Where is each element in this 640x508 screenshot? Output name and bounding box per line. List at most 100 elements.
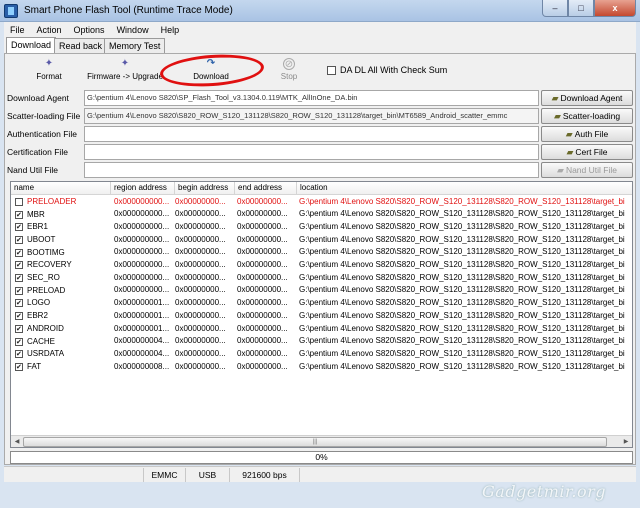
column-region-address[interactable]: region address <box>111 182 175 195</box>
partition-checkbox[interactable] <box>15 235 23 246</box>
auth-file-button[interactable]: ▰ Auth File <box>541 126 633 142</box>
checkbox-box[interactable] <box>327 65 336 75</box>
table-header: name region address begin address end ad… <box>11 182 632 195</box>
partition-checkbox[interactable] <box>15 222 23 234</box>
partition-location-cell: G:\pentium 4\Lenovo S820\S820_ROW_S120_1… <box>299 323 625 333</box>
partition-checkbox[interactable] <box>15 260 23 272</box>
table-row[interactable]: EBR1 0x000000000... 0x00000000... 0x0000000… <box>11 221 632 234</box>
partition-name: SEC_RO <box>27 273 60 283</box>
nand-util-row: Nand Util File ▰ Nand Util File <box>5 162 635 179</box>
table-row[interactable]: LOGO 0x000000001... 0x00000000... 0x0000000… <box>11 297 632 310</box>
partition-begin-cell: 0x00000000... <box>175 298 226 308</box>
nand-util-button-label: Nand Util File <box>565 165 617 175</box>
download-label: Download <box>193 72 229 81</box>
partition-name-cell: USRDATA <box>15 348 103 361</box>
maximize-button[interactable]: □ <box>568 0 594 17</box>
partition-end-cell: 0x00000000... <box>237 272 288 282</box>
partition-region-cell: 0x000000000... <box>114 260 170 269</box>
minimize-button[interactable]: – <box>542 0 568 17</box>
partition-region-cell: 0x000000000... <box>114 247 170 257</box>
partition-checkbox[interactable] <box>15 324 23 335</box>
stop-button[interactable]: ⊘ Stop <box>273 58 305 88</box>
status-connection: USB <box>186 468 230 482</box>
partition-name: CACHE <box>27 336 56 346</box>
download-agent-button[interactable]: ▰ Download Agent <box>541 90 633 106</box>
partition-region-cell: 0x000000000... <box>114 209 170 219</box>
authentication-field[interactable] <box>84 126 539 142</box>
partition-checkbox[interactable] <box>15 349 23 361</box>
menu-window[interactable]: Window <box>111 25 155 35</box>
progress-text: 0% <box>315 452 328 462</box>
table-row[interactable]: CACHE 0x000000004... 0x00000000... 0x000000… <box>11 335 632 348</box>
da-dl-all-checkbox[interactable]: DA DL All With Check Sum <box>327 65 447 75</box>
table-row[interactable]: UBOOT 0x000000000... 0x00000000... 0x000000… <box>11 234 632 246</box>
scroll-left-icon[interactable]: ◀ <box>12 437 22 447</box>
tab-download[interactable]: Download <box>6 37 57 53</box>
column-begin-address[interactable]: begin address <box>175 182 235 195</box>
certification-label: Certification File <box>7 147 68 157</box>
table-row[interactable]: PRELOADER 0x000000000... 0x00000000... 0x00… <box>11 196 632 209</box>
partition-begin-cell: 0x00000000... <box>175 361 226 371</box>
partition-location-cell: G:\pentium 4\Lenovo S820\S820_ROW_S120_1… <box>299 221 625 231</box>
download-agent-label: Download Agent <box>7 93 69 103</box>
partition-name: MBR <box>27 209 45 219</box>
horizontal-scrollbar[interactable]: ◀ ||| ▶ <box>11 435 632 447</box>
partition-checkbox[interactable] <box>15 210 23 221</box>
scatter-loading-button[interactable]: ▰ Scatter-loading <box>541 108 633 124</box>
partition-location-cell: G:\pentium 4\Lenovo S820\S820_ROW_S120_1… <box>299 310 625 320</box>
cert-file-button-label: Cert File <box>575 147 608 157</box>
partition-end-cell: 0x00000000... <box>237 221 288 231</box>
toolbar: ✦ Format ✦ Firmware -> Upgrade ↷ Downloa… <box>5 51 635 90</box>
partition-checkbox[interactable] <box>15 311 23 322</box>
partition-checkbox[interactable] <box>15 286 23 297</box>
table-row[interactable]: USRDATA 0x000000004... 0x00000000... 0x0000… <box>11 348 632 361</box>
certification-field[interactable] <box>84 144 539 160</box>
partition-checkbox[interactable] <box>15 248 23 259</box>
folder-icon: ▰ <box>566 147 574 157</box>
table-row[interactable]: SEC_RO 0x000000000... 0x00000000... 0x00000… <box>11 272 632 284</box>
menu-options[interactable]: Options <box>68 25 111 35</box>
nand-util-label: Nand Util File <box>7 165 59 175</box>
partition-checkbox[interactable] <box>15 362 23 373</box>
menu-help[interactable]: Help <box>155 25 186 35</box>
firmware-upgrade-button[interactable]: ✦ Firmware -> Upgrade <box>87 58 163 88</box>
stop-icon: ⊘ <box>283 58 295 70</box>
partition-end-cell: 0x00000000... <box>237 285 288 295</box>
scatter-loading-field[interactable]: G:\pentium 4\Lenovo S820\S820_ROW_S120_1… <box>84 108 539 124</box>
cert-file-button[interactable]: ▰ Cert File <box>541 144 633 160</box>
nand-util-button[interactable]: ▰ Nand Util File <box>541 162 633 178</box>
status-cell-trailing <box>300 468 636 482</box>
partition-region-cell: 0x000000004... <box>114 336 170 346</box>
menu-file[interactable]: File <box>4 25 31 35</box>
partition-location-cell: G:\pentium 4\Lenovo S820\S820_ROW_S120_1… <box>299 196 625 206</box>
table-row[interactable]: FAT 0x000000008... 0x00000000... 0x00000000… <box>11 361 632 373</box>
scroll-thumb[interactable]: ||| <box>23 437 607 447</box>
download-button[interactable]: ↷ Download <box>185 58 237 88</box>
scroll-right-icon[interactable]: ▶ <box>621 437 631 447</box>
table-row[interactable]: ANDROID 0x000000001... 0x00000000... 0x0000… <box>11 323 632 335</box>
format-icon: ✦ <box>44 58 54 69</box>
download-panel: ✦ Format ✦ Firmware -> Upgrade ↷ Downloa… <box>4 51 636 465</box>
menu-action[interactable]: Action <box>31 25 68 35</box>
table-row[interactable]: BOOTIMG 0x000000000... 0x00000000... 0x0000… <box>11 246 632 259</box>
nand-util-field[interactable] <box>84 162 539 178</box>
partition-checkbox[interactable] <box>15 337 23 348</box>
partition-checkbox[interactable] <box>15 298 23 310</box>
partition-name-cell: MBR <box>15 208 103 221</box>
partition-checkbox[interactable] <box>15 273 23 284</box>
partition-begin-cell: 0x00000000... <box>175 272 226 282</box>
tab-read-back[interactable]: Read back <box>54 38 108 53</box>
column-name[interactable]: name <box>11 182 111 195</box>
close-button[interactable]: x <box>594 0 636 17</box>
tab-memory-test[interactable]: Memory Test <box>104 38 166 53</box>
column-location[interactable]: location <box>297 182 632 195</box>
table-row[interactable]: PRELOAD 0x000000000... 0x00000000... 0x0000… <box>11 284 632 297</box>
partition-checkbox[interactable] <box>15 197 23 206</box>
download-agent-field[interactable]: G:\pentium 4\Lenovo S820\SP_Flash_Tool_v… <box>84 90 539 106</box>
column-end-address[interactable]: end address <box>235 182 297 195</box>
format-button[interactable]: ✦ Format <box>27 58 71 88</box>
table-row[interactable]: MBR 0x000000000... 0x00000000... 0x00000000… <box>11 208 632 221</box>
table-row[interactable]: EBR2 0x000000001... 0x00000000... 0x0000000… <box>11 310 632 322</box>
partition-location-cell: G:\pentium 4\Lenovo S820\S820_ROW_S120_1… <box>299 260 625 269</box>
table-row[interactable]: RECOVERY 0x000000000... 0x00000000... 0x000… <box>11 259 632 272</box>
